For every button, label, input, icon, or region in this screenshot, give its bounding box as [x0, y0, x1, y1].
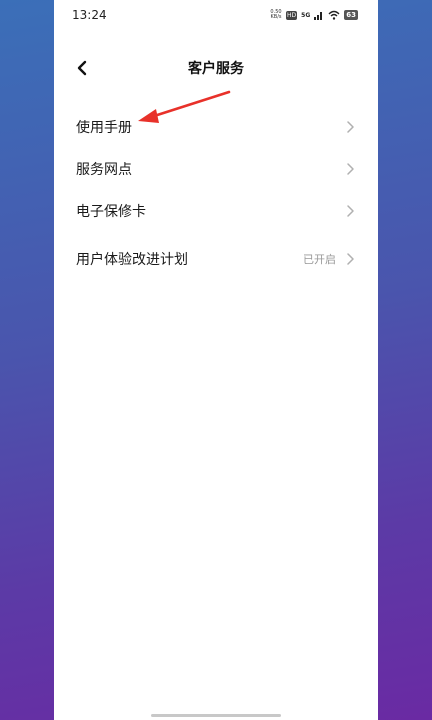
status-bar: 13:24 0.50 KB/s HD 5G 63: [54, 0, 378, 30]
menu-item-label: 使用手册: [76, 120, 132, 136]
menu-item-user-experience-program[interactable]: 用户体验改进计划 已开启: [54, 238, 378, 280]
status-time: 13:24: [72, 8, 107, 22]
menu-item-user-manual[interactable]: 使用手册: [54, 106, 378, 148]
menu-item-service-outlets[interactable]: 服务网点: [54, 148, 378, 190]
network-5g-icon: 5G: [301, 11, 311, 19]
hd-icon: HD: [286, 10, 298, 20]
signal-bars-icon: [314, 12, 323, 20]
menu-item-label: 用户体验改进计划: [76, 252, 188, 268]
battery-icon: 63: [344, 10, 358, 20]
net-speed-indicator: 0.50 KB/s: [270, 9, 282, 20]
wifi-icon: [328, 10, 340, 20]
status-icons: 0.50 KB/s HD 5G 63: [270, 9, 358, 21]
menu-list: 使用手册 服务网点 电子保修卡 用户体验改进计划 已开启: [54, 106, 378, 280]
page-title: 客户服务: [188, 61, 244, 77]
menu-item-e-warranty-card[interactable]: 电子保修卡: [54, 190, 378, 232]
home-indicator[interactable]: [151, 714, 281, 717]
header: 客户服务: [54, 50, 378, 86]
chevron-right-icon: [347, 121, 354, 133]
menu-item-label: 服务网点: [76, 162, 132, 178]
chevron-right-icon: [347, 205, 354, 217]
menu-item-status: 已开启: [303, 253, 336, 266]
chevron-right-icon: [347, 253, 354, 265]
phone-screen: 13:24 0.50 KB/s HD 5G 63 客户服务 使用手册 服务网点 …: [54, 0, 378, 720]
menu-item-label: 电子保修卡: [76, 204, 146, 220]
chevron-right-icon: [347, 163, 354, 175]
